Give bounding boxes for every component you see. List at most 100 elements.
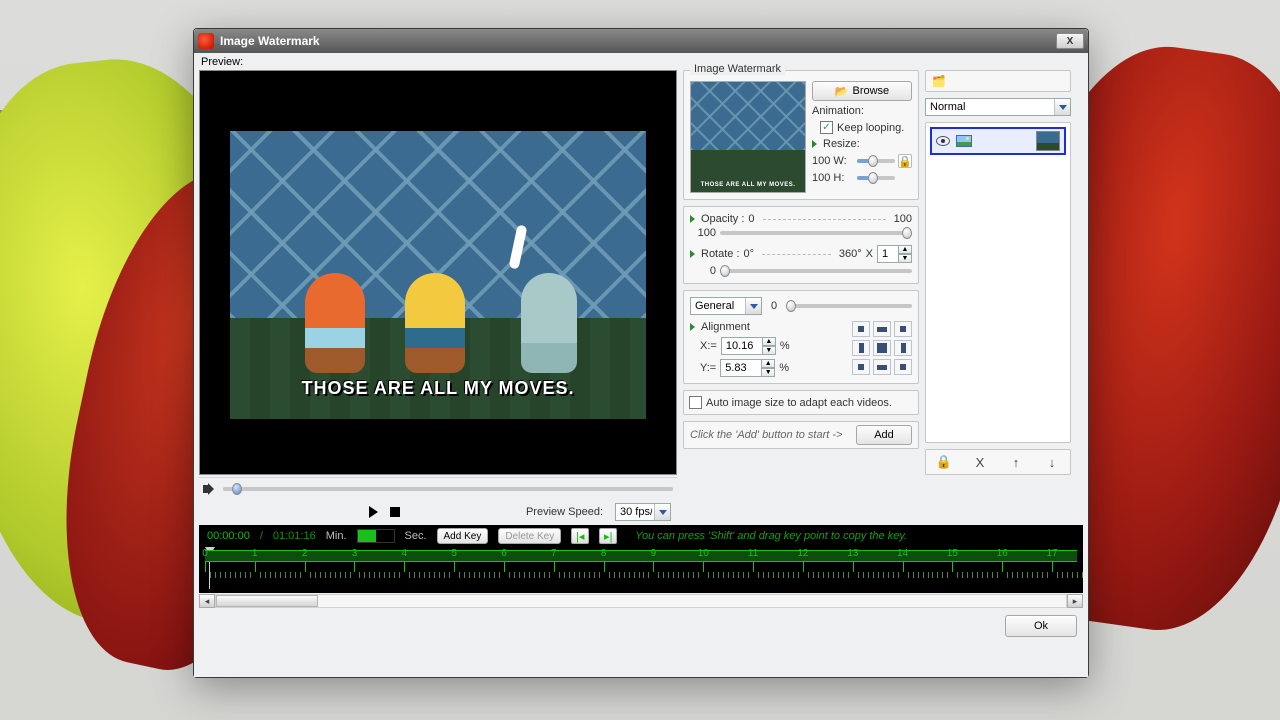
time-sep: / [260,530,263,542]
close-button[interactable]: X [1056,33,1084,49]
timeline-number: 5 [451,548,457,559]
align-mr[interactable] [894,340,912,356]
alignment-label: Alignment [701,321,750,333]
mode-slider[interactable] [786,304,912,308]
spin-down-icon[interactable]: ▼ [898,254,912,263]
opacity-label: Opacity : [701,213,744,225]
layers-header: 🗂️ [925,70,1071,92]
seek-slider[interactable] [223,487,673,491]
layer-item[interactable] [930,127,1066,155]
preview-speed-select[interactable] [615,503,671,521]
time-current: 00:00:00 [207,530,250,542]
mode-select[interactable] [690,297,762,315]
visibility-icon[interactable] [936,136,950,146]
rotate-min: 0° [744,248,755,260]
volume-icon[interactable] [203,483,217,495]
spin-down-icon[interactable]: ▼ [762,346,776,355]
align-br[interactable] [894,359,912,375]
opacity-slider[interactable] [720,231,912,235]
ok-button[interactable]: Ok [1005,615,1077,637]
align-y-input[interactable] [720,359,762,377]
resize-w-slider[interactable] [857,159,895,163]
keep-looping-checkbox[interactable]: ✓ [820,121,833,134]
scroll-thumb[interactable] [216,595,318,607]
autosize-label: Auto image size to adapt each videos. [706,397,892,409]
minute-toggle[interactable] [357,529,395,543]
timeline-number: 2 [302,548,308,559]
align-ml[interactable] [852,340,870,356]
titlebar[interactable]: Image Watermark X [194,29,1088,53]
watermark-thumbnail[interactable]: THOSE ARE ALL MY MOVES. [690,81,806,193]
spin-up-icon[interactable]: ▲ [898,245,912,254]
move-up-icon[interactable]: ↑ [1007,454,1025,470]
resize-w-label: 100 W: [812,155,854,167]
horizontal-scrollbar[interactable]: ◂ ▸ [199,593,1083,609]
timeline-number: 4 [402,548,408,559]
desktop-background: Image Watermark X Preview: [0,0,1280,720]
blend-mode-select[interactable] [925,98,1071,116]
video-preview[interactable]: THOSE ARE ALL MY MOVES. [199,70,677,475]
keyframe-bar: 00:00:00 / 01:01:16 Min. Sec. Add Key De… [199,525,1083,547]
spin-down-icon[interactable]: ▼ [761,368,775,377]
timeline-number: 1 [252,548,258,559]
align-tc[interactable] [873,321,891,337]
layers-icon: 🗂️ [932,75,946,88]
align-x-spinner[interactable]: ▲▼ [721,337,776,355]
window-title: Image Watermark [220,34,320,48]
aspect-lock-icon[interactable]: 🔒 [898,154,912,168]
preview-label: Preview: [199,56,1083,70]
lock-icon[interactable]: 🔒 [935,454,953,470]
timeline-number: 12 [797,548,808,559]
scroll-left-button[interactable]: ◂ [199,594,215,608]
resize-h-slider[interactable] [857,176,895,180]
rotate-slider[interactable] [720,269,912,273]
rotate-label: Rotate : [701,248,740,260]
sec-label: Sec. [405,530,427,542]
app-icon [198,33,214,49]
blend-mode-value[interactable] [925,98,1071,116]
chevron-down-icon [750,304,758,309]
align-bl[interactable] [852,359,870,375]
spin-up-icon[interactable]: ▲ [762,337,776,346]
scroll-right-button[interactable]: ▸ [1067,594,1083,608]
keep-looping-label: Keep looping. [837,122,904,134]
timeline-number: 10 [698,548,709,559]
align-mc[interactable] [873,340,891,356]
move-down-icon[interactable]: ↓ [1043,454,1061,470]
delete-icon[interactable]: X [971,454,989,470]
timeline-number: 8 [601,548,607,559]
rotate-max: 360° [839,248,862,260]
prev-key-button[interactable]: |◂ [571,528,589,544]
rotate-times-input[interactable] [877,245,899,263]
resize-h-label: 100 H: [812,172,854,184]
delete-key-button[interactable]: Delete Key [498,528,561,544]
next-key-button[interactable]: ▸| [599,528,617,544]
align-tr[interactable] [894,321,912,337]
align-y-spinner[interactable]: ▲▼ [720,359,775,377]
timeline-number: 16 [997,548,1008,559]
timeline[interactable]: 01234567891011121314151617 [199,547,1083,593]
align-bc[interactable] [873,359,891,375]
panel-title: Image Watermark [690,63,785,75]
timeline-number: 17 [1047,548,1058,559]
align-x-input[interactable] [721,337,763,355]
spin-up-icon[interactable]: ▲ [761,359,775,368]
stop-button[interactable] [390,507,400,517]
add-button[interactable]: Add [856,425,912,445]
play-button[interactable] [369,506,378,518]
layers-toolbar: 🔒 X ↑ ↓ [925,449,1071,475]
mode-num: 0 [766,300,782,312]
folder-icon: 📂 [835,85,849,98]
add-key-button[interactable]: Add Key [437,528,489,544]
timeline-number: 14 [897,548,908,559]
layer-thumbnail [1036,131,1060,151]
autosize-checkbox[interactable] [689,396,702,409]
align-tl[interactable] [852,321,870,337]
browse-button[interactable]: 📂 Browse [812,81,912,101]
rotate-times-spinner[interactable]: ▲▼ [877,245,912,263]
chevron-down-icon [1059,105,1067,110]
expand-icon [690,250,695,258]
rotate-times-label: X [866,248,873,260]
opacity-value: 100 [690,227,716,239]
opacity-max: 100 [894,213,912,225]
